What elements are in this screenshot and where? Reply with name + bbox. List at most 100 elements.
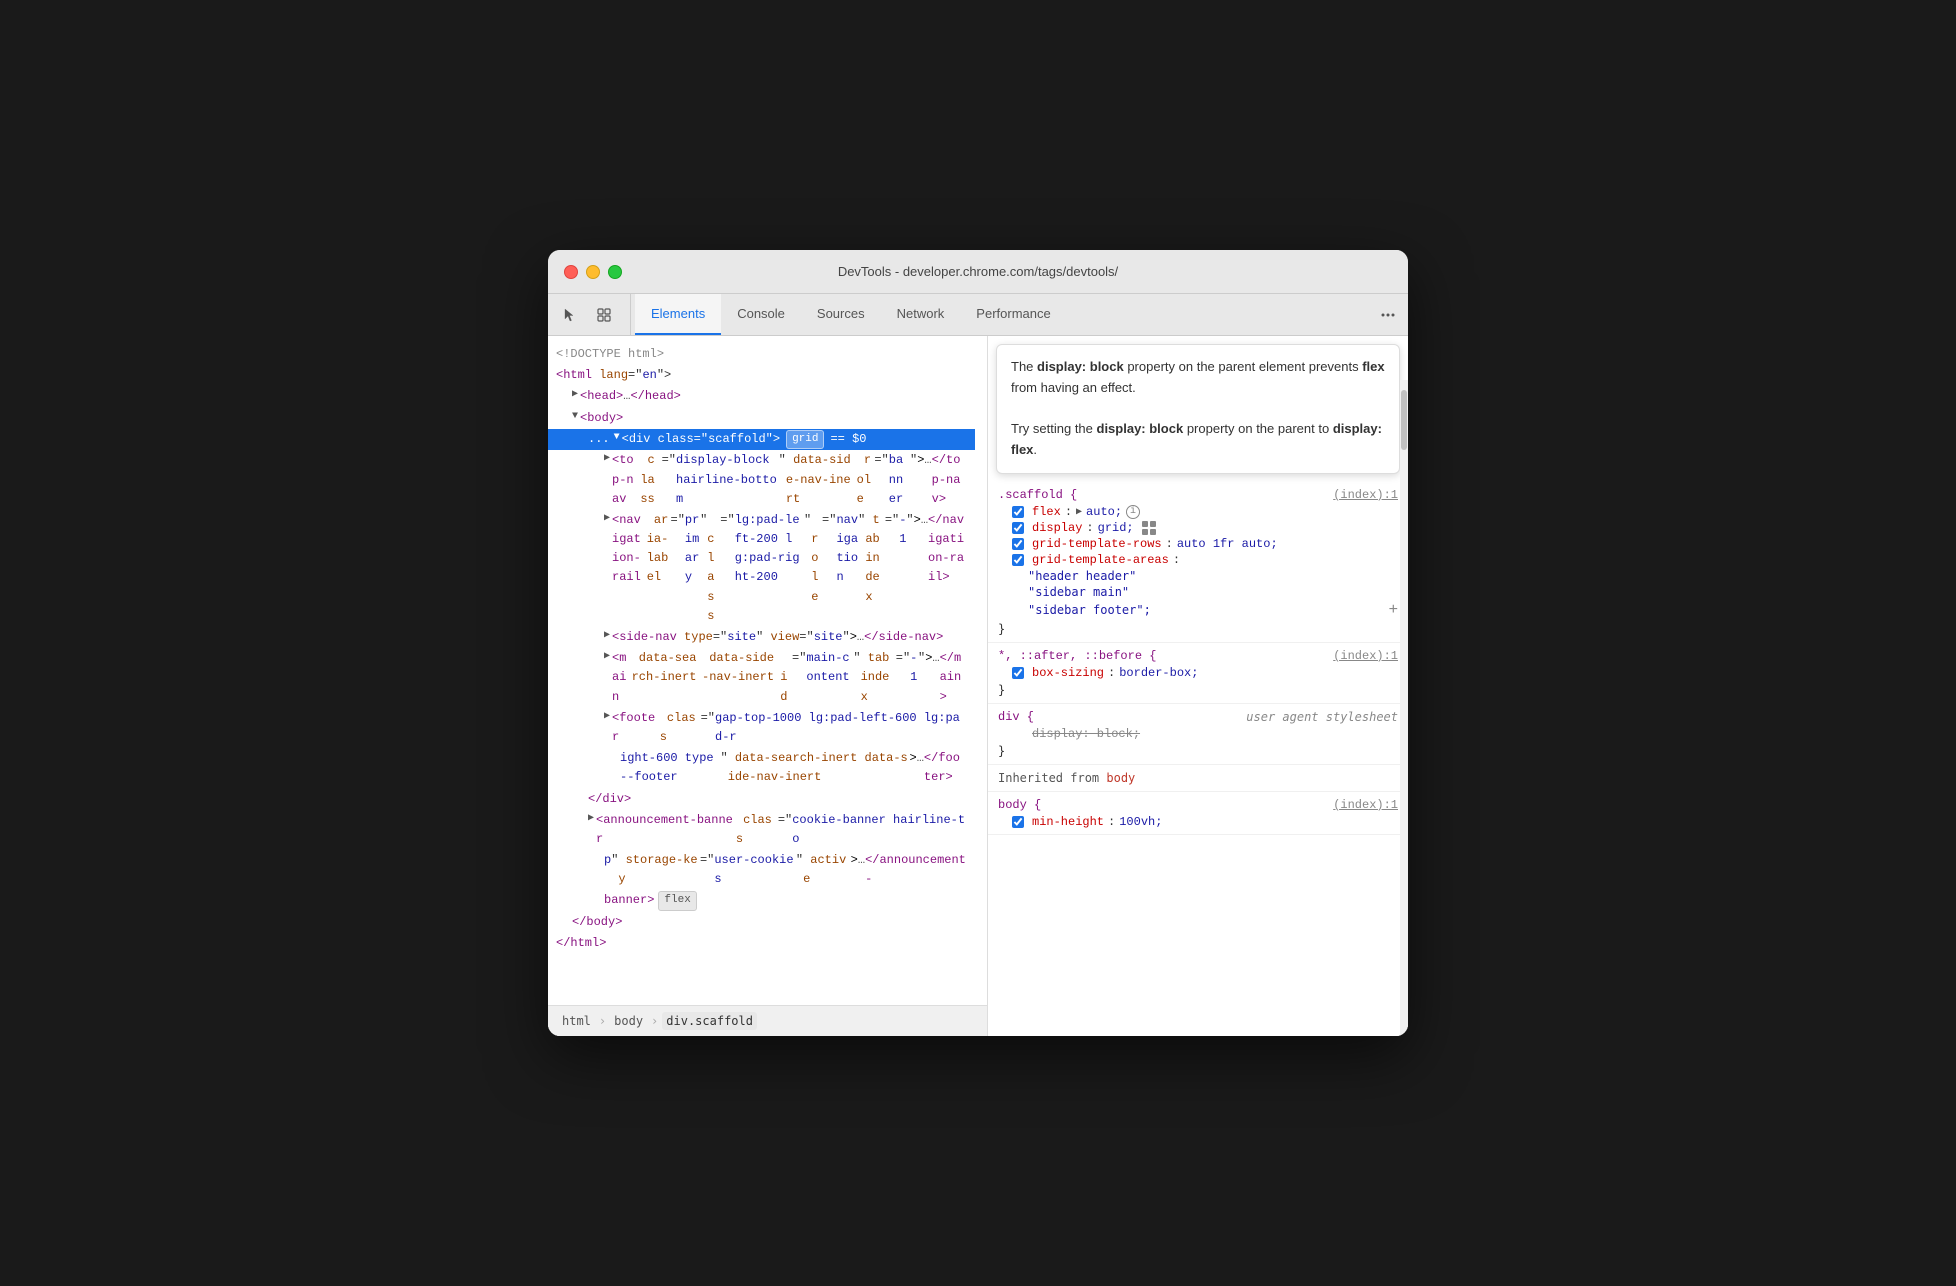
css-source-scaffold[interactable]: (index):1 <box>1333 488 1398 502</box>
css-grid-areas-checkbox[interactable] <box>1012 554 1024 566</box>
add-property-button[interactable]: + <box>1389 601 1398 619</box>
grid-layout-icon[interactable] <box>1142 521 1156 535</box>
tree-html-close[interactable]: </html> <box>548 933 975 954</box>
css-min-height-checkbox[interactable] <box>1012 816 1024 828</box>
css-prop-grid-rows[interactable]: grid-template-rows : auto 1fr auto; <box>988 536 1408 552</box>
more-tabs-button[interactable] <box>1372 294 1404 335</box>
css-grid-area-value-1: "header header" <box>988 568 1408 584</box>
breadcrumb-html[interactable]: html <box>558 1012 595 1030</box>
css-selector-text-div: div { <box>998 710 1034 724</box>
css-prop-name-grid-rows: grid-template-rows <box>1032 537 1162 551</box>
css-prop-value-box-sizing: border-box; <box>1119 666 1198 680</box>
tab-performance[interactable]: Performance <box>960 294 1066 335</box>
css-rule-close-scaffold: } <box>988 620 1408 638</box>
tree-head[interactable]: ▶ <head>…</head> <box>548 386 975 407</box>
css-box-sizing-checkbox[interactable] <box>1012 667 1024 679</box>
tree-div-close[interactable]: </div> <box>548 789 975 810</box>
titlebar: DevTools - developer.chrome.com/tags/dev… <box>548 250 1408 294</box>
tree-div-scaffold[interactable]: ... ▼ <div class="scaffold"> grid == $0 <box>548 429 975 451</box>
css-expand-arrow[interactable]: ▶ <box>1076 506 1082 518</box>
window-title: DevTools - developer.chrome.com/tags/dev… <box>838 264 1118 279</box>
css-prop-name-box-sizing: box-sizing <box>1032 666 1104 680</box>
tree-body-close[interactable]: </body> <box>548 912 975 933</box>
tab-elements[interactable]: Elements <box>635 294 721 335</box>
css-source-universal[interactable]: (index):1 <box>1333 649 1398 663</box>
breadcrumb-bar: html › body › div.scaffold <box>548 1005 987 1036</box>
css-inherited-label: Inherited from body <box>988 765 1408 792</box>
tree-main[interactable]: ▶ <main data-search-inert data-side-nav-… <box>548 648 975 708</box>
scrollbar-thumb <box>1401 390 1407 450</box>
tree-footer[interactable]: ▶ <footer class="gap-top-1000 lg:pad-lef… <box>548 708 975 748</box>
css-prop-value-flex: auto; <box>1086 505 1122 519</box>
tree-banner-cont[interactable]: p" storage-key="user-cookies" active>…</… <box>548 850 975 890</box>
css-prop-display-block: display: block; <box>988 726 1408 742</box>
css-prop-name-min-height: min-height <box>1032 815 1104 829</box>
css-prop-grid-areas[interactable]: grid-template-areas : <box>988 552 1408 568</box>
css-prop-box-sizing[interactable]: box-sizing : border-box; <box>988 665 1408 681</box>
tab-network[interactable]: Network <box>881 294 961 335</box>
css-selector-text-universal: *, ::after, ::before { <box>998 649 1156 663</box>
maximize-button[interactable] <box>608 265 622 279</box>
tree-side-nav[interactable]: ▶ <side-nav type="site" view="site">…</s… <box>548 627 975 648</box>
css-prop-flex[interactable]: flex : ▶ auto; i <box>988 504 1408 520</box>
tree-nav-rail[interactable]: ▶ <navigation-rail aria-label="primary" … <box>548 510 975 627</box>
css-prop-min-height[interactable]: min-height : 100vh; <box>988 814 1408 830</box>
css-display-checkbox[interactable] <box>1012 522 1024 534</box>
css-grid-area-value-2: "sidebar main" <box>988 584 1408 600</box>
css-rule-scaffold: .scaffold { (index):1 flex : ▶ auto; i <box>988 482 1408 643</box>
css-selector-text-body: body { <box>998 798 1041 812</box>
css-rule-div: div { user agent stylesheet display: blo… <box>988 704 1408 765</box>
css-prop-display[interactable]: display : grid; <box>988 520 1408 536</box>
tab-console[interactable]: Console <box>721 294 801 335</box>
tree-banner[interactable]: ▶ <announcement-banner class="cookie-ban… <box>548 810 975 850</box>
tree-top-nav[interactable]: ▶ <top-nav class="display-block hairline… <box>548 450 975 510</box>
css-selector-scaffold: .scaffold { (index):1 <box>988 486 1408 504</box>
css-grid-area-value-3: "sidebar footer"; + <box>988 600 1408 620</box>
css-rules-panel[interactable]: .scaffold { (index):1 flex : ▶ auto; i <box>988 482 1408 1036</box>
css-rule-close-div: } <box>988 742 1408 760</box>
html-tree[interactable]: <!DOCTYPE html> <html lang="en"> ▶ <head… <box>548 336 987 1005</box>
right-scrollbar[interactable] <box>1400 380 1408 1036</box>
inspect-icon[interactable] <box>590 301 618 329</box>
css-selector-text: .scaffold { <box>998 488 1077 502</box>
tab-sources[interactable]: Sources <box>801 294 881 335</box>
css-selector-universal: *, ::after, ::before { (index):1 <box>988 647 1408 665</box>
breadcrumb-body[interactable]: body <box>610 1012 647 1030</box>
breadcrumb-div-scaffold[interactable]: div.scaffold <box>662 1012 757 1030</box>
css-rule-universal: *, ::after, ::before { (index):1 box-siz… <box>988 643 1408 704</box>
minimize-button[interactable] <box>586 265 600 279</box>
css-selector-div: div { user agent stylesheet <box>988 708 1408 726</box>
tooltip-paragraph-2: Try setting the display: block property … <box>1011 419 1385 461</box>
css-flex-checkbox[interactable] <box>1012 506 1024 518</box>
css-prop-display-block-text: display: block; <box>1032 727 1140 741</box>
css-prop-value-grid-rows: auto 1fr auto; <box>1177 537 1278 551</box>
css-rule-body: body { (index):1 min-height : 100vh; <box>988 792 1408 835</box>
css-selector-body: body { (index):1 <box>988 796 1408 814</box>
html-tree-panel: <!DOCTYPE html> <html lang="en"> ▶ <head… <box>548 336 988 1036</box>
tabs-bar: Elements Console Sources Network Perform… <box>548 294 1408 336</box>
tooltip-paragraph-1: The display: block property on the paren… <box>1011 357 1385 399</box>
cursor-icon[interactable] <box>556 301 584 329</box>
css-prop-name-flex: flex <box>1032 505 1061 519</box>
tree-footer-cont[interactable]: ight-600 type--footer" data-search-inert… <box>548 748 975 788</box>
css-prop-value-display: grid; <box>1098 521 1134 535</box>
info-icon[interactable]: i <box>1126 505 1140 519</box>
tab-icon-group <box>556 294 631 335</box>
css-inherited-from: body <box>1106 771 1135 785</box>
tree-html[interactable]: <html lang="en"> <box>548 365 975 386</box>
css-prop-value-min-height: 100vh; <box>1119 815 1162 829</box>
tooltip-box: The display: block property on the paren… <box>996 344 1400 474</box>
tree-banner-close[interactable]: banner> flex <box>548 890 975 912</box>
css-rule-close-universal: } <box>988 681 1408 699</box>
css-source-body[interactable]: (index):1 <box>1333 798 1398 812</box>
devtools-panel: Elements Console Sources Network Perform… <box>548 294 1408 1036</box>
traffic-lights <box>564 265 622 279</box>
css-grid-rows-checkbox[interactable] <box>1012 538 1024 550</box>
css-panel: The display: block property on the paren… <box>988 336 1408 1036</box>
css-prop-name-grid-areas: grid-template-areas <box>1032 553 1169 567</box>
main-content: <!DOCTYPE html> <html lang="en"> ▶ <head… <box>548 336 1408 1036</box>
close-button[interactable] <box>564 265 578 279</box>
tree-doctype[interactable]: <!DOCTYPE html> <box>548 344 975 365</box>
tree-body[interactable]: ▼ <body> <box>548 408 975 429</box>
css-source-user-agent: user agent stylesheet <box>1246 710 1398 724</box>
